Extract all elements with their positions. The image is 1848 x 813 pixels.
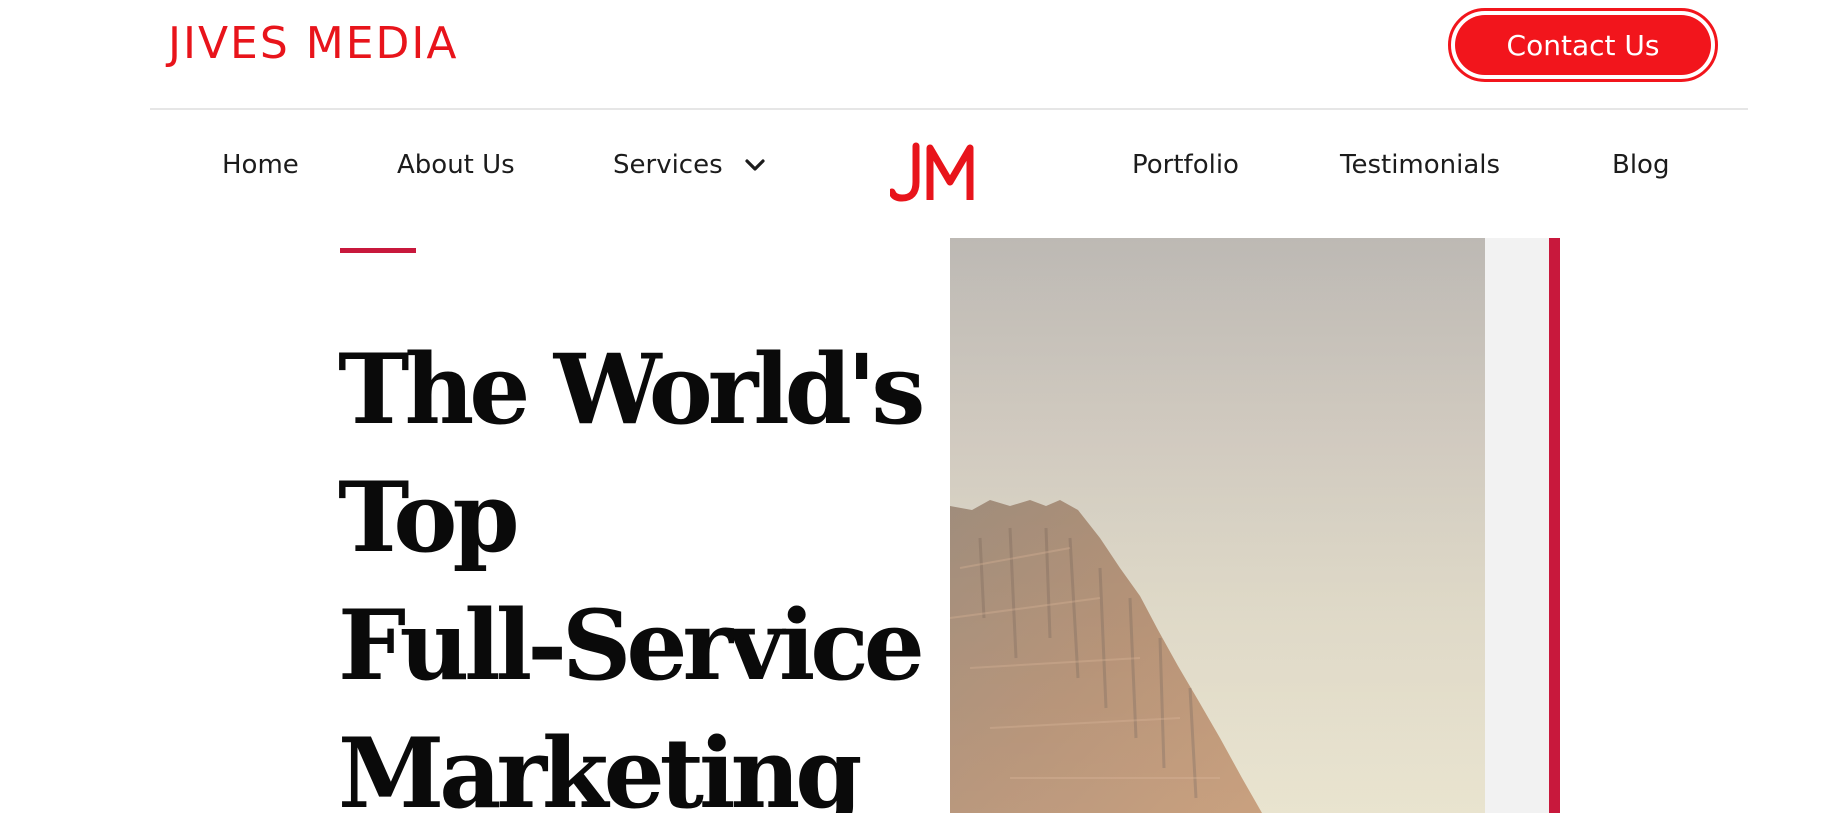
nav-services-label: Services [613, 150, 723, 180]
chevron-down-icon[interactable] [743, 153, 767, 177]
nav-portfolio[interactable]: Portfolio [1132, 150, 1239, 180]
hero-accent-line [340, 248, 416, 253]
nav-home[interactable]: Home [222, 150, 299, 180]
nav-blog[interactable]: Blog [1612, 150, 1669, 180]
mountain-cliff-photo [950, 238, 1485, 813]
hero-title-line: Full-Service [338, 589, 925, 702]
brand-wordmark[interactable]: JIVES MEDIA [168, 18, 459, 69]
header-divider [150, 108, 1748, 110]
hero-title-line: Top [338, 461, 520, 574]
nav-testimonials[interactable]: Testimonials [1340, 150, 1500, 180]
hero-side-panel [1485, 238, 1557, 813]
contact-us-label: Contact Us [1455, 15, 1711, 75]
jm-monogram-icon[interactable] [890, 142, 982, 204]
nav-about-us[interactable]: About Us [397, 150, 515, 180]
hero-accent-stripe [1549, 238, 1560, 813]
hero-image [950, 238, 1485, 813]
page: JIVES MEDIA Contact Us Home About Us Ser… [0, 0, 1848, 813]
contact-us-button[interactable]: Contact Us [1448, 8, 1718, 82]
nav-services[interactable]: Services [613, 150, 767, 180]
hero-title-line: The World's [338, 333, 925, 446]
hero-title-line: Marketing [338, 717, 862, 813]
hero-title: The World's Top Full-Service Marketing [338, 326, 925, 813]
